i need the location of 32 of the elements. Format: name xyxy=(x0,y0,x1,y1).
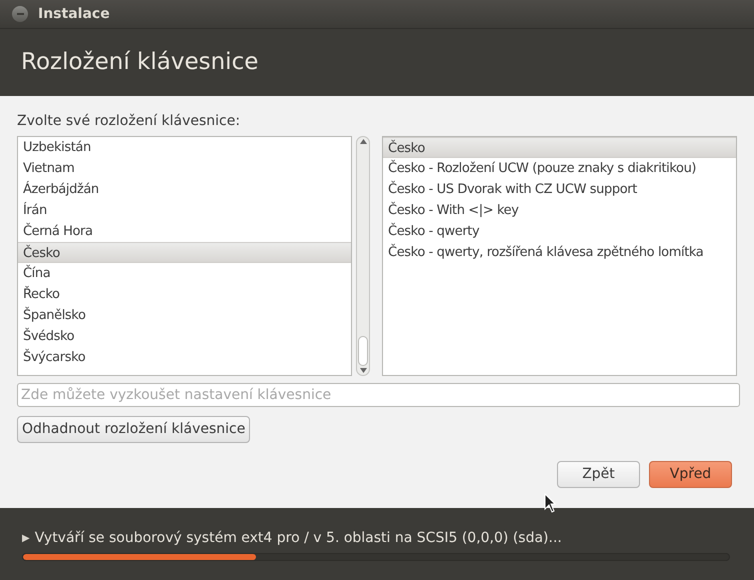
list-item[interactable]: Vietnam xyxy=(18,158,352,179)
expander-arrow[interactable]: ▶ xyxy=(22,531,30,546)
list-item[interactable]: Česko - With <|> key xyxy=(383,200,736,221)
list-item[interactable]: Čína xyxy=(18,263,352,284)
list-item[interactable]: Ázerbájdžán xyxy=(18,179,352,200)
window-title: Instalace xyxy=(38,4,110,24)
list-item[interactable]: Španělsko xyxy=(18,305,352,326)
back-button[interactable]: Zpět xyxy=(557,461,640,488)
prompt-label: Zvolte své rozložení klávesnice: xyxy=(17,112,242,130)
list-item[interactable]: Česko xyxy=(383,137,736,158)
list-item[interactable]: Uzbekistán xyxy=(18,137,352,158)
scrollbar[interactable] xyxy=(356,136,370,376)
list-item[interactable]: Černá Hora xyxy=(18,221,352,242)
list-item[interactable]: Česko - qwerty xyxy=(383,221,736,242)
list-item[interactable]: Česko - qwerty, rozšířená klávesa zpětného lomítka xyxy=(383,242,736,263)
minimize-icon[interactable] xyxy=(12,6,28,22)
list-item[interactable]: Švédsko xyxy=(18,326,352,347)
scrollbar-thumb[interactable] xyxy=(358,336,368,366)
scroll-down-icon[interactable] xyxy=(360,368,367,373)
mouse-pointer-icon xyxy=(544,493,556,513)
page-heading: Rozložení klávesnice xyxy=(21,48,258,78)
status-text: Vytváří se souborový systém ext4 pro / v 5. oblasti na SCSI5 (0,0,0) (sda)... xyxy=(34,529,562,548)
list-item[interactable]: Česko xyxy=(18,242,352,263)
detect-layout-button[interactable]: Odhadnout rozložení klávesnice xyxy=(17,416,250,443)
list-item[interactable]: Írán xyxy=(18,200,352,221)
scroll-up-icon[interactable] xyxy=(360,139,367,144)
forward-button[interactable]: Vpřed xyxy=(649,461,732,488)
list-item[interactable]: Řecko xyxy=(18,284,352,305)
list-item[interactable]: Česko - US Dvorak with CZ UCW support xyxy=(383,179,736,200)
test-input-field[interactable]: Zde můžete vyzkoušet nastavení klávesnice xyxy=(17,383,740,407)
list-item[interactable]: Česko - Rozložení UCW (pouze znaky s diakritikou) xyxy=(383,158,736,179)
list-item[interactable]: Švýcarsko xyxy=(18,347,352,368)
